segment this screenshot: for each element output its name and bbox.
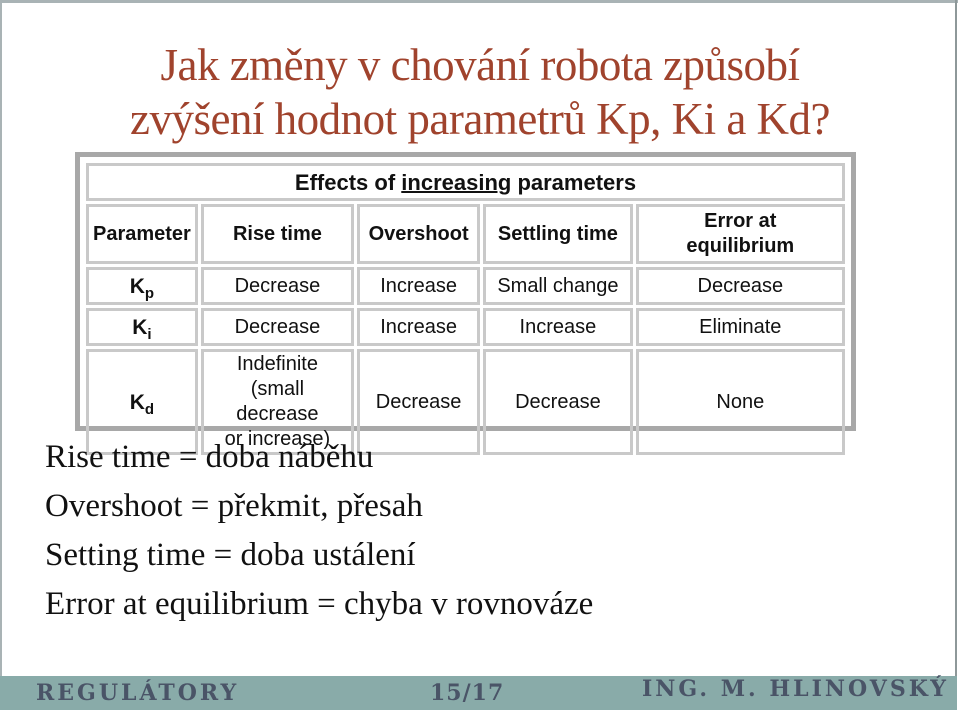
kd-rise-line-1: Indefinite (236, 353, 318, 375)
param-ki: Ki (86, 308, 198, 346)
param-subscript: i (147, 325, 152, 343)
table-caption: Effects of increasing parameters (86, 163, 845, 201)
slide: Jak změny v chování robota způsobí zvýše… (0, 0, 960, 712)
table-row: Kp Decrease Increase Small change Decrea… (86, 267, 845, 305)
slide-title: Jak změny v chování robota způsobí zvýše… (0, 38, 960, 146)
param-subscript: d (144, 400, 155, 418)
param-base: K (132, 315, 148, 339)
effects-table-image: Effects of increasing parameters Paramet… (75, 152, 856, 455)
footer-author: ING. M. HLINOVSKÝ (641, 676, 949, 702)
slide-title-line-2: zvýšení hodnot parametrů Kp, Ki a Kd? (129, 94, 831, 144)
cell-ki-error: Eliminate (635, 308, 845, 346)
header-parameter: Parameter (86, 204, 198, 264)
cell-kp-error: Decrease (635, 267, 845, 305)
cell-kp-overshoot: Increase (356, 267, 481, 305)
header-error-line-2: equilibrium (686, 235, 795, 257)
effects-table: Effects of increasing parameters Paramet… (83, 160, 848, 458)
table-header-row: Parameter Rise time Overshoot Settling t… (86, 204, 845, 264)
param-subscript: p (144, 284, 155, 302)
param-base: K (129, 390, 145, 414)
header-error-line-1: Error at (704, 210, 777, 232)
definition-settling-time: Setting time = doba ustálení (45, 537, 416, 573)
caption-prefix: Effects of (294, 169, 402, 195)
footer-course-title: REGULÁTORY (36, 680, 240, 706)
definition-overshoot: Overshoot = překmit, přesah (45, 488, 423, 524)
cell-ki-settling-time: Increase (483, 308, 633, 346)
cell-ki-rise-time: Decrease (200, 308, 354, 346)
footer-page-number: 15/17 (430, 680, 505, 706)
definition-error-at-equilibrium: Error at equilibrium = chyba v rovnováze (45, 586, 594, 622)
caption-suffix: parameters (511, 169, 637, 195)
param-base: K (129, 274, 145, 298)
slide-footer: REGULÁTORY 15/17 ING. M. HLINOVSKÝ (0, 676, 957, 710)
definitions-list: Rise time = doba náběhu Overshoot = přek… (45, 433, 593, 629)
cell-kp-rise-time: Decrease (200, 267, 354, 305)
header-error-at-equilibrium: Error at equilibrium (635, 204, 845, 264)
slide-title-line-1: Jak změny v chování robota způsobí (160, 40, 800, 90)
param-kp: Kp (86, 267, 198, 305)
header-overshoot: Overshoot (356, 204, 481, 264)
slide-frame-top (0, 0, 958, 3)
cell-ki-overshoot: Increase (356, 308, 481, 346)
caption-underlined-word: increasing (401, 169, 512, 195)
kd-rise-line-2: (small decrease (236, 378, 319, 425)
header-settling-time: Settling time (483, 204, 633, 264)
table-caption-row: Effects of increasing parameters (86, 163, 845, 201)
definition-rise-time: Rise time = doba náběhu (45, 439, 374, 475)
cell-kp-settling-time: Small change (483, 267, 633, 305)
header-rise-time: Rise time (200, 204, 354, 264)
cell-kd-error: None (635, 349, 845, 455)
table-row: Ki Decrease Increase Increase Eliminate (86, 308, 845, 346)
